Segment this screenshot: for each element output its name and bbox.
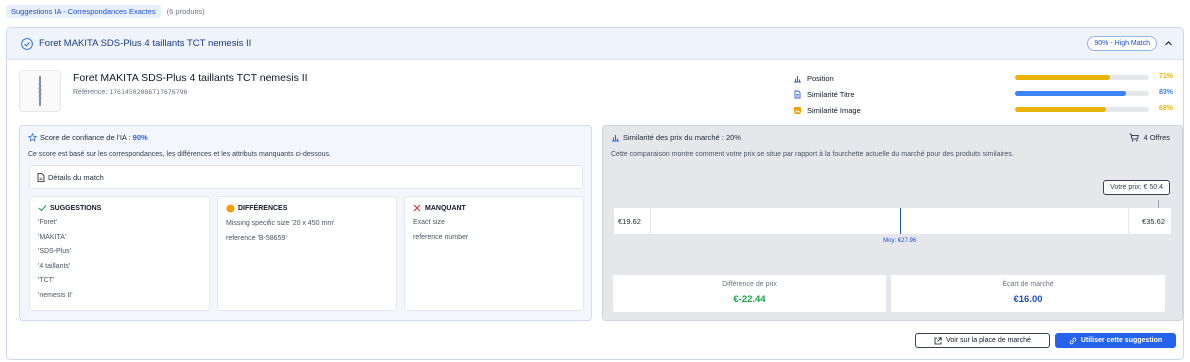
your-price-badge: Votre prix: € 50.4	[1103, 180, 1170, 195]
tab-exact-matches[interactable]: Suggestions IA - Correspondances Exactes	[6, 4, 161, 18]
range-min: €19.62	[618, 217, 641, 226]
offers-text: 4 Offres	[1143, 133, 1170, 142]
external-link-icon	[934, 336, 942, 344]
confidence-title: Score de confiance de l'IA : 90%	[28, 133, 148, 142]
match-metrics: Position 71% Similarité Titre 83% Simila…	[793, 70, 1173, 118]
cart-icon	[1129, 133, 1140, 142]
metric-label: Position	[807, 73, 834, 83]
list-item: 'SDS-Plus'	[38, 248, 72, 255]
match-badge: 90% - High Match	[1087, 36, 1157, 51]
suggestions-header: SUGGESTIONS	[38, 204, 201, 212]
list-item: reference 'B-58659'	[226, 234, 287, 242]
metric-fill	[1015, 91, 1127, 96]
product-image	[19, 70, 61, 112]
your-price-marker	[1158, 200, 1159, 208]
metric-label: Similarité Titre	[807, 89, 855, 99]
check-circle-icon	[21, 37, 33, 50]
missing-header: MANQUANT	[413, 204, 575, 212]
metric-track	[1015, 107, 1149, 112]
differences-header: DIFFÉRENCES	[226, 204, 388, 213]
list-item: '4 taillants'	[38, 262, 71, 270]
star-icon	[28, 133, 37, 142]
price-difference-value: €-22.44	[733, 294, 766, 305]
market-gap-box: Écart de marché €16.00	[891, 275, 1165, 312]
metric-value: 71%	[1158, 73, 1173, 80]
price-difference-label: Différence de prix	[722, 281, 777, 288]
reference-label: Référence:	[73, 89, 108, 96]
list-item: reference number	[413, 233, 469, 241]
view-marketplace-label: Voir sur la place de marché	[946, 337, 1031, 344]
missing-column: MANQUANT Exact size reference number	[404, 196, 584, 311]
card-header[interactable]: Foret MAKITA SDS-Plus 4 taillants TCT ne…	[7, 28, 1183, 60]
list-item: 'MAKITA'	[38, 233, 67, 241]
ai-confidence-panel: Score de confiance de l'IA : 90% Ce scor…	[19, 125, 592, 321]
tab-bar: Suggestions IA - Correspondances Exactes…	[6, 4, 205, 18]
confidence-description: Ce score est basé sur les correspondance…	[28, 151, 331, 158]
bar-chart-icon	[794, 75, 801, 82]
list-item: Missing specific size '20 x 450 mm'	[226, 220, 335, 227]
price-title: Similarité des prix du marché : 20%	[611, 133, 741, 142]
metric-fill	[1015, 75, 1111, 80]
chevron-up-icon[interactable]	[1164, 39, 1173, 48]
match-details-toggle[interactable]: Détails du match	[29, 165, 583, 189]
average-marker	[899, 208, 901, 234]
confidence-title-text: Score de confiance de l'IA :	[40, 133, 131, 142]
dot-icon	[226, 204, 235, 213]
metric-track	[1015, 91, 1149, 96]
market-gap-label: Écart de marché	[1002, 281, 1054, 288]
differences-title: DIFFÉRENCES	[238, 205, 288, 212]
use-suggestion-button[interactable]: Utiliser cette suggestion	[1055, 333, 1176, 348]
range-max: €35.62	[1142, 217, 1165, 226]
confidence-score: 90%	[132, 133, 148, 142]
price-title-text: Similarité des prix du marché : 20%	[623, 133, 741, 142]
product-count: (6 produits)	[166, 6, 205, 16]
image-icon	[794, 106, 801, 114]
check-icon	[38, 205, 47, 212]
document-icon	[794, 90, 801, 98]
range-divider	[650, 208, 651, 234]
match-details-label: Détails du match	[48, 172, 104, 182]
market-price-panel: Similarité des prix du marché : 20% 4 Of…	[602, 125, 1183, 321]
list-item: 'TCT'	[38, 277, 55, 284]
price-range-bar: €19.62 €35.62	[613, 200, 1172, 235]
metric-title-similarity: Similarité Titre 83%	[793, 86, 1173, 102]
product-reference: Référence: 17614502086717676796	[73, 88, 187, 96]
price-difference-box: Différence de prix €-22.44	[613, 275, 886, 312]
card-title: Foret MAKITA SDS-Plus 4 taillants TCT ne…	[39, 38, 252, 49]
suggestion-card: Foret MAKITA SDS-Plus 4 taillants TCT ne…	[6, 27, 1184, 360]
metric-track	[1015, 75, 1149, 80]
use-suggestion-label: Utiliser cette suggestion	[1080, 337, 1163, 344]
metric-fill	[1015, 107, 1107, 112]
x-icon	[413, 204, 421, 212]
drill-bit-image-icon	[37, 76, 43, 106]
list-item: 'Foret'	[38, 219, 58, 226]
metric-image-similarity: Similarité Image 68%	[793, 102, 1173, 118]
link-icon	[1069, 337, 1077, 344]
missing-title: MANQUANT	[425, 204, 466, 212]
differences-column: DIFFÉRENCES Missing specific size '20 x …	[217, 196, 397, 311]
metric-position: Position 71%	[793, 70, 1173, 86]
average-label: Moy: €27.96	[883, 238, 917, 244]
price-description: Cette comparaison montre comment votre p…	[611, 151, 1014, 158]
list-item: Exact size	[413, 219, 445, 226]
reference-value: 17614502086717676796	[109, 88, 188, 96]
product-name: Foret MAKITA SDS-Plus 4 taillants TCT ne…	[73, 72, 308, 84]
suggestions-title: SUGGESTIONS	[50, 204, 102, 212]
file-icon	[37, 172, 45, 182]
bar-chart-icon	[612, 135, 619, 142]
offers-count: 4 Offres	[1129, 133, 1170, 142]
metric-value: 68%	[1158, 105, 1173, 112]
view-marketplace-button[interactable]: Voir sur la place de marché	[915, 333, 1050, 348]
metric-label: Similarité Image	[807, 105, 861, 115]
market-gap-value: €16.00	[1013, 294, 1043, 305]
metric-value: 83%	[1158, 89, 1173, 96]
list-item: 'nemesis II'	[38, 291, 73, 299]
range-divider	[1128, 208, 1129, 234]
suggestions-column: SUGGESTIONS 'Foret' 'MAKITA' 'SDS-Plus' …	[29, 196, 210, 311]
